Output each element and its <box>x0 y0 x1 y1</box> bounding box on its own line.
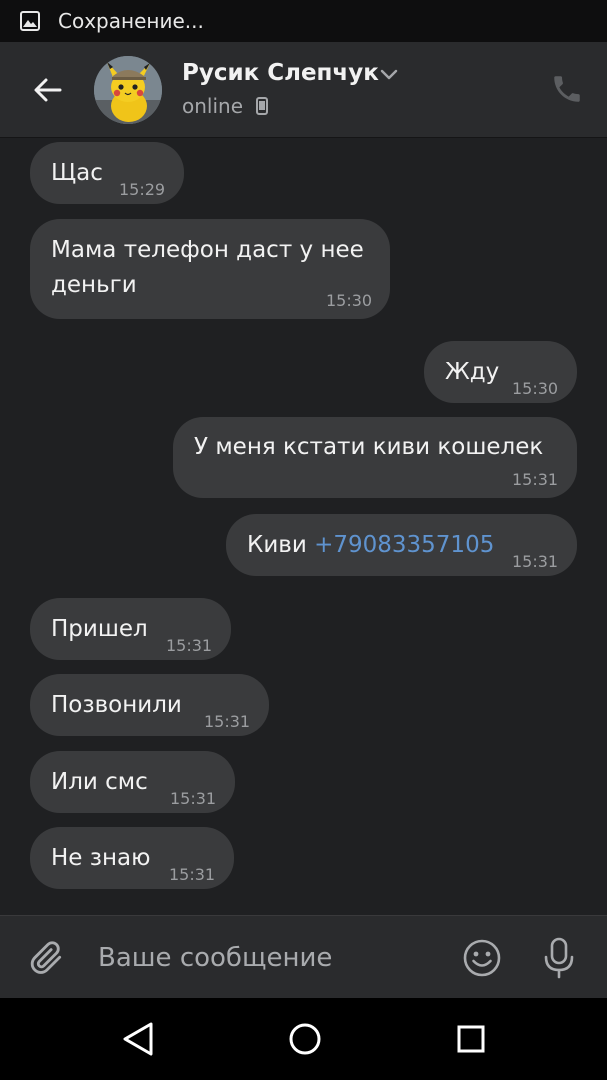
nav-recent-icon[interactable] <box>452 1020 490 1058</box>
message-list[interactable]: Щас 15:29 Мама телефон даст у нее деньги… <box>0 137 607 915</box>
message-incoming[interactable]: Мама телефон даст у нее деньги 15:30 <box>30 219 390 319</box>
contact-name[interactable]: Русик Слепчук <box>182 60 379 86</box>
message-incoming[interactable]: Позвонили 15:31 <box>30 674 269 736</box>
nav-back-icon[interactable] <box>118 1020 158 1058</box>
message-time: 15:30 <box>512 379 559 398</box>
message-text-line2: деньги <box>51 272 137 298</box>
message-incoming[interactable]: Не знаю 15:31 <box>30 827 234 889</box>
phone-call-icon[interactable] <box>550 72 584 106</box>
message-incoming[interactable]: Щас 15:29 <box>30 142 184 204</box>
message-time: 15:31 <box>169 865 216 884</box>
chat-header: Русик Слепчук online <box>0 42 607 137</box>
message-text: Жду <box>445 359 500 385</box>
paperclip-icon[interactable] <box>28 938 66 978</box>
status-bar: Сохранение... <box>0 0 607 42</box>
message-time: 15:31 <box>512 470 559 489</box>
message-text: Киви +79083357105 <box>247 527 494 563</box>
image-icon <box>20 11 40 31</box>
message-outgoing[interactable]: Киви +79083357105 15:31 <box>226 514 577 576</box>
message-time: 15:30 <box>326 291 373 310</box>
message-outgoing[interactable]: Жду 15:30 <box>424 341 577 403</box>
message-text: Позвонили <box>51 692 182 718</box>
message-input[interactable] <box>96 932 440 984</box>
message-text-prefix: Киви <box>247 532 315 558</box>
avatar[interactable] <box>94 56 162 124</box>
message-outgoing[interactable]: У меня кстати киви кошелек 15:31 <box>173 417 577 498</box>
smiley-icon[interactable] <box>462 938 502 978</box>
message-time: 15:29 <box>119 180 166 199</box>
message-text: Пришел <box>51 616 148 642</box>
nav-home-icon[interactable] <box>285 1019 325 1059</box>
pikachu-avatar-image <box>94 56 162 124</box>
message-text-line1: Мама телефон даст у нее <box>51 237 364 263</box>
contact-status: online <box>182 94 244 118</box>
message-text: Щас <box>51 160 103 186</box>
chevron-down-icon[interactable] <box>380 68 398 82</box>
status-text: Сохранение... <box>58 9 204 33</box>
phone-small-icon <box>256 97 268 115</box>
message-text: Или смс <box>51 769 148 795</box>
microphone-icon[interactable] <box>541 936 577 980</box>
message-incoming[interactable]: Пришел 15:31 <box>30 598 231 660</box>
message-time: 15:31 <box>204 712 251 731</box>
back-arrow-icon[interactable] <box>30 72 66 108</box>
system-navigation-bar <box>0 998 607 1080</box>
message-time: 15:31 <box>512 552 559 571</box>
phone-number-link[interactable]: +79083357105 <box>314 532 494 558</box>
message-time: 15:31 <box>166 636 213 655</box>
message-text: У меня кстати киви кошелек <box>194 434 544 460</box>
message-composer <box>0 915 607 999</box>
message-incoming[interactable]: Или смс 15:31 <box>30 751 235 813</box>
message-text: Не знаю <box>51 845 151 871</box>
message-time: 15:31 <box>170 789 217 808</box>
